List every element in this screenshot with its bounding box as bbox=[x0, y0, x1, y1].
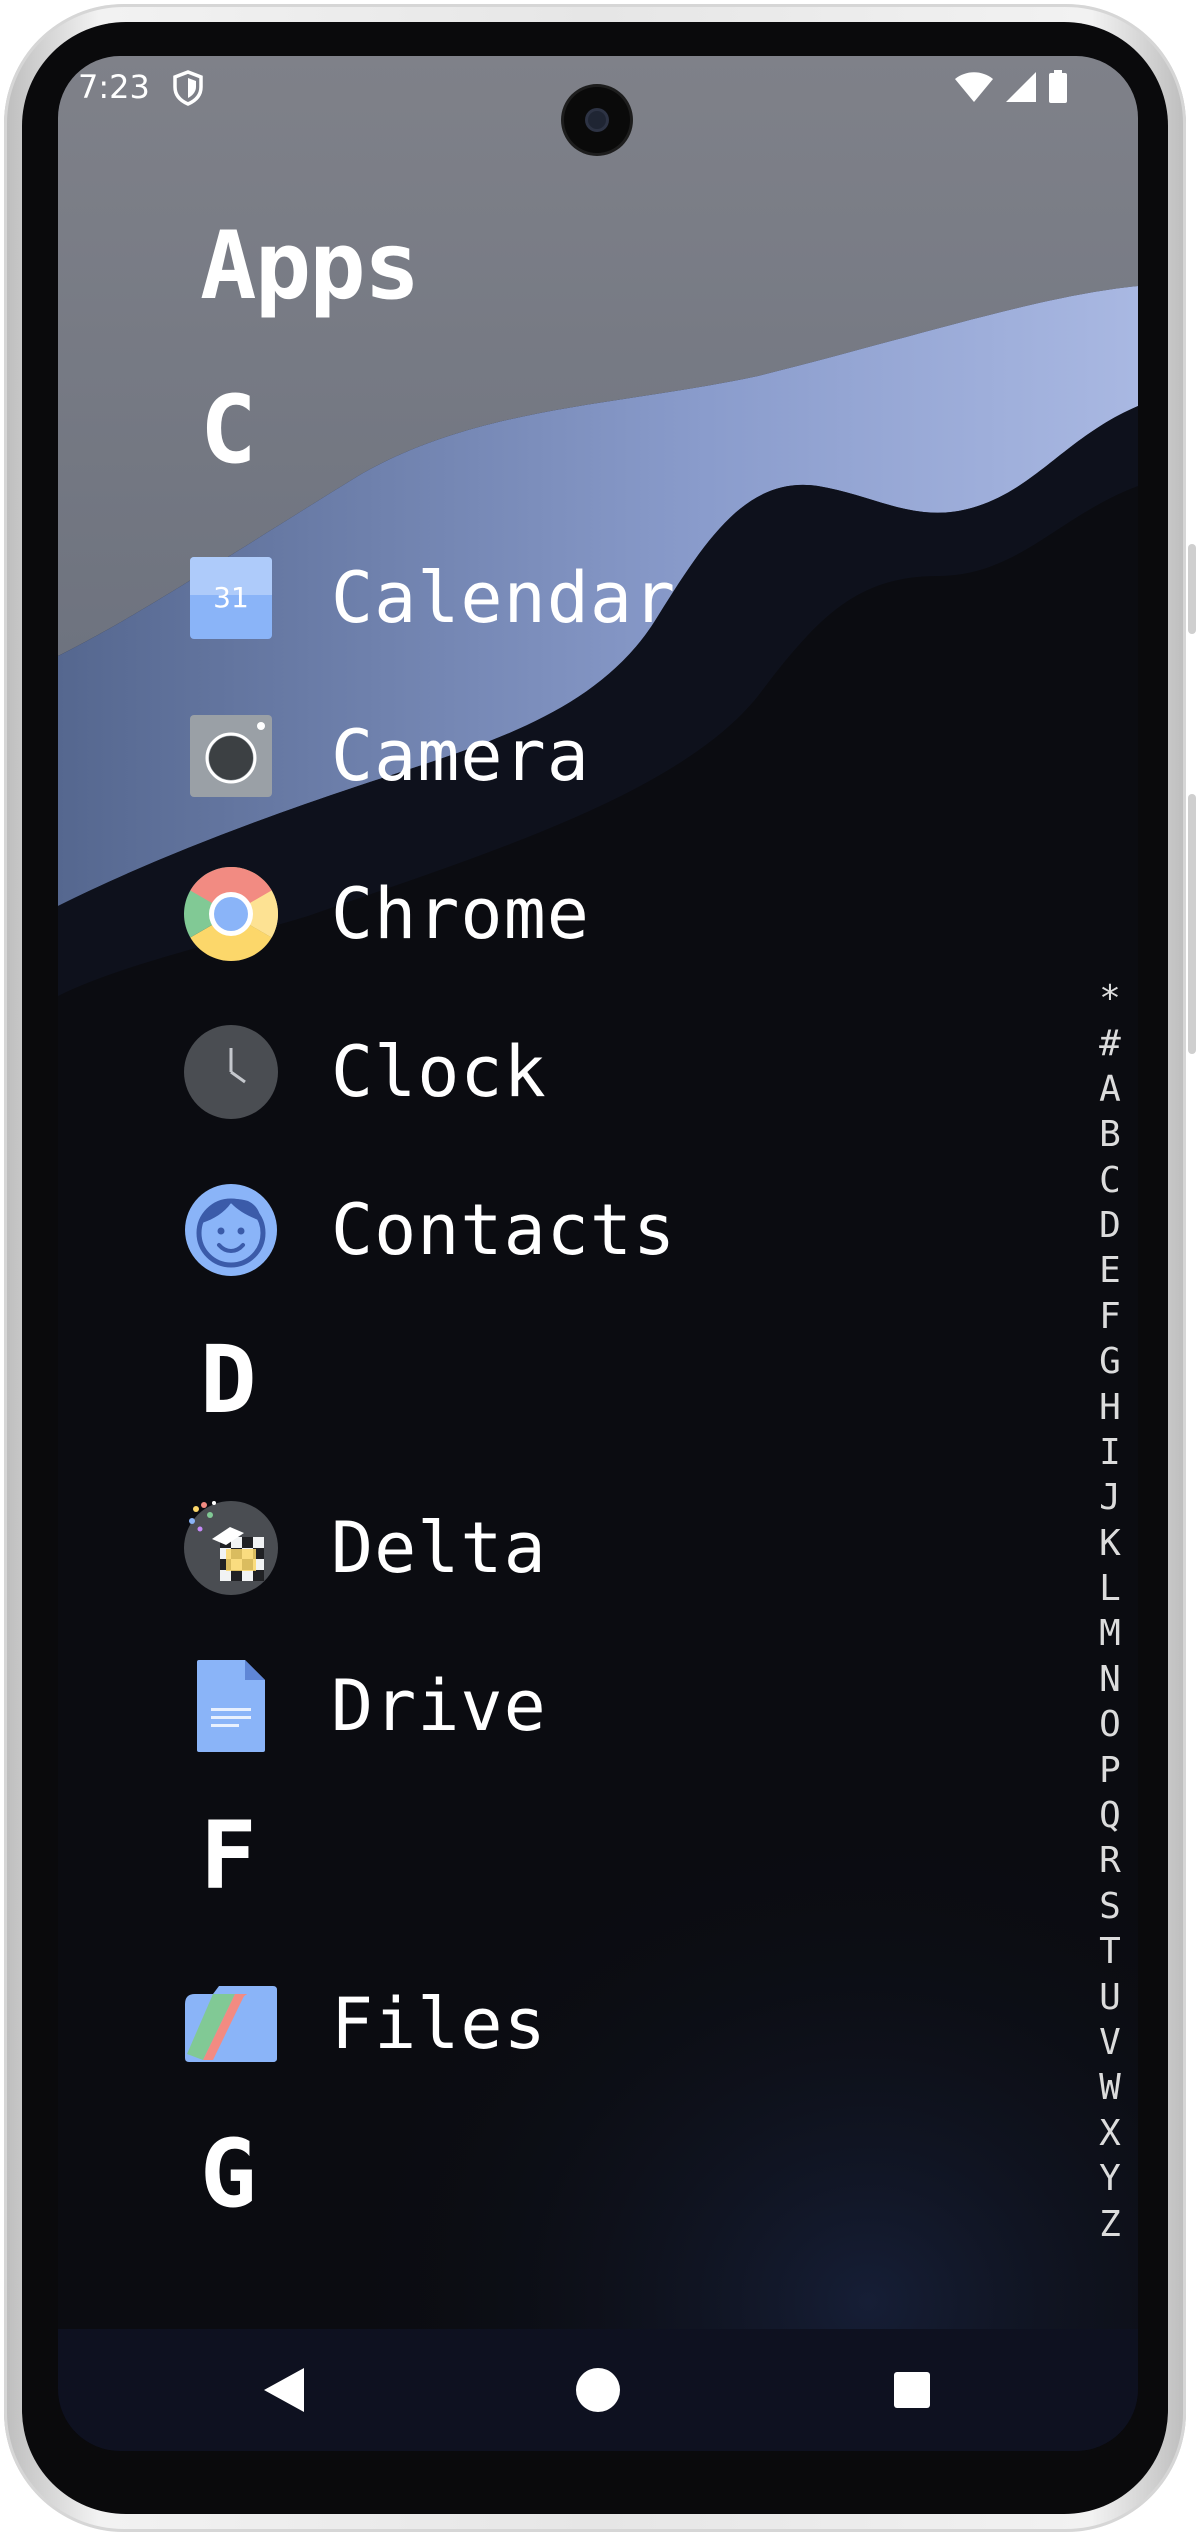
app-clock[interactable]: Clock bbox=[182, 1012, 842, 1132]
cellular-signal-icon bbox=[1006, 72, 1036, 102]
app-label: Contacts bbox=[331, 1189, 677, 1271]
delta-icon bbox=[182, 1499, 280, 1597]
app-calendar[interactable]: 31 Calendar bbox=[182, 538, 842, 658]
index-letter-a[interactable]: A bbox=[1090, 1067, 1130, 1112]
chrome-icon bbox=[182, 865, 280, 963]
side-button bbox=[1188, 544, 1196, 634]
index-letter-p[interactable]: P bbox=[1090, 1748, 1130, 1793]
calendar-icon-date: 31 bbox=[213, 581, 249, 614]
index-letter-c[interactable]: C bbox=[1090, 1158, 1130, 1203]
index-letter-h[interactable]: H bbox=[1090, 1385, 1130, 1430]
index-letter-x[interactable]: X bbox=[1090, 2111, 1130, 2156]
app-label: Drive bbox=[331, 1665, 547, 1747]
app-label: Camera bbox=[331, 715, 590, 797]
index-letter-t[interactable]: T bbox=[1090, 1929, 1130, 1974]
index-letter-star[interactable]: * bbox=[1090, 976, 1130, 1021]
app-contacts[interactable]: Contacts bbox=[182, 1170, 842, 1290]
app-label: Files bbox=[331, 1983, 547, 2065]
index-letter-z[interactable]: Z bbox=[1090, 2202, 1130, 2247]
index-letter-b[interactable]: B bbox=[1090, 1112, 1130, 1157]
index-letter-hash[interactable]: # bbox=[1090, 1021, 1130, 1066]
back-button[interactable] bbox=[224, 2329, 344, 2451]
recents-button[interactable] bbox=[852, 2329, 972, 2451]
index-letter-l[interactable]: L bbox=[1090, 1566, 1130, 1611]
app-label: Calendar bbox=[331, 557, 677, 639]
app-drive[interactable]: Drive bbox=[182, 1646, 842, 1766]
index-letter-r[interactable]: R bbox=[1090, 1838, 1130, 1883]
alphabet-index[interactable]: * # A B C D E F G H I J K L M N O P Q R … bbox=[1090, 976, 1130, 2247]
back-icon bbox=[264, 2368, 304, 2412]
screen: 7:23 Apps C 31 Calendar Camera Chrome Cl… bbox=[58, 56, 1138, 2451]
index-letter-n[interactable]: N bbox=[1090, 1657, 1130, 1702]
navigation-bar bbox=[58, 2329, 1138, 2451]
home-button[interactable] bbox=[538, 2329, 658, 2451]
app-label: Delta bbox=[331, 1507, 547, 1589]
section-header-g: G bbox=[200, 2120, 257, 2229]
camera-icon bbox=[182, 707, 280, 805]
home-icon bbox=[576, 2368, 620, 2412]
page-title: Apps bbox=[200, 212, 420, 321]
index-letter-d[interactable]: D bbox=[1090, 1203, 1130, 1248]
app-delta[interactable]: Delta bbox=[182, 1488, 842, 1608]
index-letter-e[interactable]: E bbox=[1090, 1248, 1130, 1293]
front-camera bbox=[564, 87, 630, 153]
app-camera[interactable]: Camera bbox=[182, 696, 842, 816]
status-time: 7:23 bbox=[78, 68, 150, 106]
recents-icon bbox=[894, 2372, 930, 2408]
index-letter-o[interactable]: O bbox=[1090, 1702, 1130, 1747]
shield-icon bbox=[173, 70, 203, 106]
section-header-c: C bbox=[200, 376, 257, 485]
volume-rocker bbox=[1188, 794, 1196, 1054]
section-header-f: F bbox=[200, 1802, 257, 1911]
drive-icon bbox=[182, 1657, 280, 1755]
section-header-d: D bbox=[200, 1326, 257, 1435]
index-letter-q[interactable]: Q bbox=[1090, 1793, 1130, 1838]
index-letter-i[interactable]: I bbox=[1090, 1430, 1130, 1475]
battery-icon bbox=[1049, 70, 1067, 103]
index-letter-g[interactable]: G bbox=[1090, 1339, 1130, 1384]
index-letter-y[interactable]: Y bbox=[1090, 2156, 1130, 2201]
index-letter-j[interactable]: J bbox=[1090, 1475, 1130, 1520]
calendar-icon: 31 bbox=[182, 549, 280, 647]
app-label: Chrome bbox=[331, 873, 590, 955]
index-letter-k[interactable]: K bbox=[1090, 1521, 1130, 1566]
index-letter-w[interactable]: W bbox=[1090, 2065, 1130, 2110]
app-label: Clock bbox=[331, 1031, 547, 1113]
index-letter-v[interactable]: V bbox=[1090, 2020, 1130, 2065]
wifi-icon bbox=[955, 72, 993, 102]
app-files[interactable]: Files bbox=[182, 1964, 842, 2084]
index-letter-u[interactable]: U bbox=[1090, 1975, 1130, 2020]
app-chrome[interactable]: Chrome bbox=[182, 854, 842, 974]
clock-icon bbox=[182, 1023, 280, 1121]
index-letter-s[interactable]: S bbox=[1090, 1884, 1130, 1929]
files-icon bbox=[182, 1975, 280, 2073]
index-letter-f[interactable]: F bbox=[1090, 1294, 1130, 1339]
index-letter-m[interactable]: M bbox=[1090, 1611, 1130, 1656]
status-icons bbox=[954, 70, 1068, 104]
contacts-icon bbox=[182, 1181, 280, 1279]
